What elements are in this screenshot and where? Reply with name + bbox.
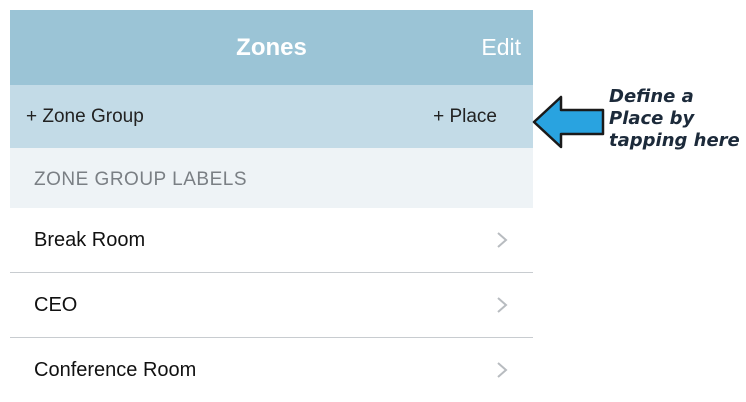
arrow-left-icon <box>532 95 605 149</box>
edit-button[interactable]: Edit <box>481 10 521 85</box>
list-item[interactable]: CEO <box>10 273 533 338</box>
section-header: ZONE GROUP LABELS <box>10 148 533 208</box>
list-item-label: Break Room <box>34 229 146 251</box>
callout-text: Define a Place by tapping here <box>609 86 746 152</box>
list-item[interactable]: Break Room <box>10 208 533 273</box>
list-item-label: CEO <box>34 294 78 316</box>
chevron-right-icon <box>497 232 508 248</box>
add-zone-group-button[interactable]: + Zone Group <box>26 85 144 148</box>
list-item[interactable]: Conference Room <box>10 338 533 402</box>
zone-group-list: Break Room CEO Conference Room <box>10 208 533 402</box>
callout-line: Place by <box>609 108 695 129</box>
page-title: Zones <box>236 34 307 61</box>
chevron-right-icon <box>497 297 508 313</box>
navigation-bar: Zones Edit <box>10 10 533 85</box>
action-toolbar: + Zone Group + Place <box>10 85 533 148</box>
list-item-label: Conference Room <box>34 359 197 381</box>
zones-panel: Zones Edit + Zone Group + Place ZONE GRO… <box>10 10 533 399</box>
callout-line: Define a <box>609 86 694 107</box>
callout-line: tapping here <box>609 130 740 151</box>
chevron-right-icon <box>497 362 508 378</box>
add-place-button[interactable]: + Place <box>433 85 497 148</box>
